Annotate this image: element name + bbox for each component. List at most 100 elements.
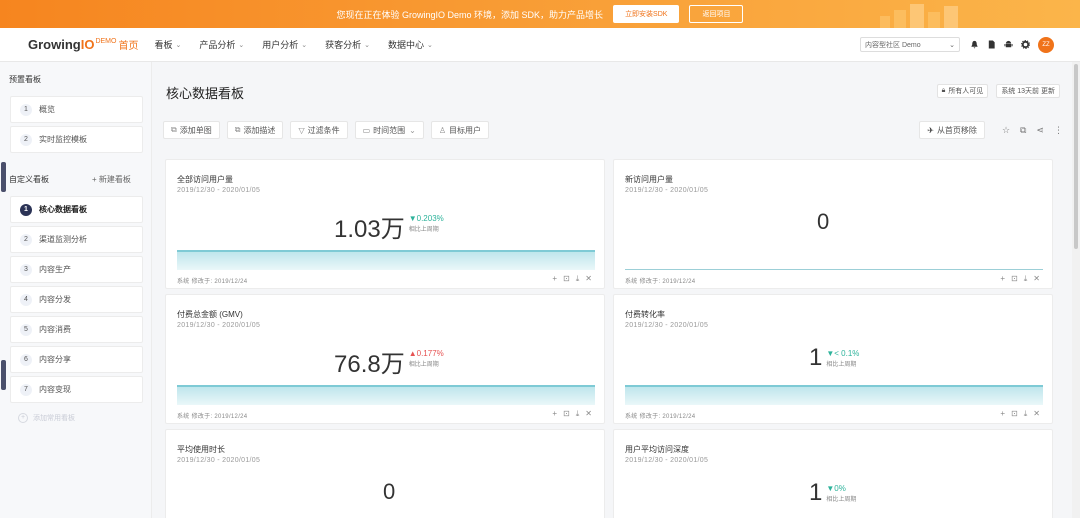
side-tab-handle[interactable] xyxy=(1,360,6,390)
metric-card[interactable]: 付费转化率 2019/12/30 - 2020/01/05 1 ▼< 0.1% … xyxy=(613,294,1053,424)
more-icon[interactable]: ⋮ xyxy=(1054,125,1063,136)
filter-icon: ▽ xyxy=(298,125,305,135)
card-actions: + ⊡ ⤓ ✕ xyxy=(994,409,1040,419)
sidebar-item-content-consumption[interactable]: 5 内容消费 xyxy=(10,316,143,343)
metric-change: ▲0.177% 相比上周期 xyxy=(409,349,444,368)
target-users-button[interactable]: ♙ 目标用户 xyxy=(430,121,490,139)
plus-icon[interactable]: + xyxy=(552,409,557,419)
metric-card[interactable]: 新访问用户量 2019/12/30 - 2020/01/05 0 系统 修改于:… xyxy=(613,159,1053,289)
metric-card[interactable]: 全部访问用户量 2019/12/30 - 2020/01/05 1.03万 ▼0… xyxy=(165,159,605,289)
lock-icon[interactable]: ⊡ xyxy=(1011,274,1018,284)
close-icon[interactable]: ✕ xyxy=(585,409,592,419)
banner-message: 您现在正在体验 GrowingIO Demo 环境，添加 SDK，助力产品增长 xyxy=(336,9,604,20)
change-label: 相比上周期 xyxy=(408,362,439,368)
card-title: 用户平均访问深度 xyxy=(625,445,689,454)
menu-user-analysis[interactable]: 用户分析 ⌄ xyxy=(262,38,307,51)
close-icon[interactable]: ✕ xyxy=(585,274,592,284)
home-link[interactable]: 首页 xyxy=(118,37,138,52)
toolbar-right: ✈︎ 从首页移除 ☆ ⧉ ⋖ ⋮ xyxy=(919,121,1063,139)
plus-icon[interactable]: + xyxy=(1000,409,1005,419)
sidebar: 预置看板 1 概览 2 实时监控模板 自定义看板 + 新建看板 1 核心数据看板… xyxy=(0,62,152,518)
sidebar-item-label: 内容生产 xyxy=(39,265,71,274)
star-icon[interactable]: ☆ xyxy=(1002,125,1010,136)
menu-product-analysis[interactable]: 产品分析 ⌄ xyxy=(199,38,244,51)
sidebar-item-realtime-monitor[interactable]: 2 实时监控模板 xyxy=(10,126,143,153)
document-icon[interactable] xyxy=(987,40,996,49)
install-sdk-button[interactable]: 立即安装SDK xyxy=(613,5,680,23)
close-icon[interactable]: ✕ xyxy=(1033,274,1040,284)
chevron-down-icon: ⌄ xyxy=(364,41,371,49)
metric-card[interactable]: 用户平均访问深度 2019/12/30 - 2020/01/05 1 ▼0% 相… xyxy=(613,429,1053,518)
avatar[interactable]: ZZ xyxy=(1038,36,1054,53)
unpin-from-home-button[interactable]: ✈︎ 从首页移除 xyxy=(919,121,985,139)
metric-value: 76.8万 xyxy=(334,351,405,378)
download-icon[interactable]: ⤓ xyxy=(1024,409,1028,419)
add-chart-icon: ⧉ xyxy=(171,125,177,134)
metric-change: ▼0.203% 相比上周期 xyxy=(409,214,444,233)
sidebar-item-overview[interactable]: 1 概览 xyxy=(10,96,143,123)
card-footer: 系统 修改于: 2019/12/24 xyxy=(177,414,248,420)
sidebar-item-content-distribution[interactable]: 4 内容分发 xyxy=(10,286,143,313)
copy-icon[interactable]: ⧉ xyxy=(1020,125,1026,136)
card-actions: + ⊡ ⤓ ✕ xyxy=(994,274,1040,284)
metric-change: ▼< 0.1% 相比上周期 xyxy=(826,349,859,368)
plus-icon: + xyxy=(18,413,28,423)
project-select[interactable]: 内容型社区 Demo ⌄ xyxy=(860,37,960,52)
card-footer: 系统 修改于: 2019/12/24 xyxy=(177,279,248,285)
change-percent: ▼0% xyxy=(826,484,846,493)
sidebar-item-core-data[interactable]: 1 核心数据看板 xyxy=(10,196,143,223)
menu-data-center[interactable]: 数据中心 ⌄ xyxy=(388,38,433,51)
add-chart-button[interactable]: ⧉ 添加单图 xyxy=(163,121,220,139)
metric-block: 0 xyxy=(817,209,829,235)
logo[interactable]: Growing IO DEMO 首页 xyxy=(28,37,138,52)
card-title: 付费总金额 (GMV) xyxy=(177,310,243,319)
card-date: 2019/12/30 - 2020/01/05 xyxy=(177,322,261,329)
collapse-handle[interactable] xyxy=(1,162,6,192)
visibility-badge[interactable]: 🔒︎ 所有人可见 xyxy=(936,84,989,98)
scrollbar-thumb[interactable] xyxy=(1074,64,1078,249)
lock-icon[interactable]: ⊡ xyxy=(1011,409,1018,419)
chevron-down-icon: ⌄ xyxy=(949,41,955,49)
filter-label: 过滤条件 xyxy=(307,125,340,135)
card-title: 付费转化率 xyxy=(625,310,665,319)
add-common-board-button[interactable]: + 添加常用看板 xyxy=(18,413,75,423)
back-to-project-button[interactable]: 返回项目 xyxy=(689,5,744,23)
metric-card[interactable]: 付费总金额 (GMV) 2019/12/30 - 2020/01/05 76.8… xyxy=(165,294,605,424)
change-label: 相比上周期 xyxy=(826,362,857,368)
page-scrollbar[interactable] xyxy=(1072,62,1080,518)
sidebar-item-content-share[interactable]: 6 内容分享 xyxy=(10,346,143,373)
card-actions: + ⊡ ⤓ ✕ xyxy=(546,274,592,284)
item-number: 1 xyxy=(20,103,32,116)
android-icon[interactable] xyxy=(1004,40,1013,49)
add-description-button[interactable]: ⧉ 添加描述 xyxy=(226,121,284,139)
sparkline xyxy=(625,269,1043,270)
bell-icon[interactable] xyxy=(970,40,979,49)
sidebar-item-channel[interactable]: 2 渠道监测分析 xyxy=(10,226,143,253)
metric-card[interactable]: 平均使用时长 2019/12/30 - 2020/01/05 0 xyxy=(165,429,605,518)
menu-acquisition-analysis[interactable]: 获客分析 ⌄ xyxy=(325,38,370,51)
filter-button[interactable]: ▽ 过滤条件 xyxy=(290,121,348,139)
item-number: 2 xyxy=(20,133,32,146)
custom-boards-title: 自定义看板 xyxy=(9,175,49,184)
plus-icon[interactable]: + xyxy=(1000,274,1005,284)
sidebar-item-label: 概览 xyxy=(39,105,55,114)
menu-dashboard[interactable]: 看板 ⌄ xyxy=(154,38,181,51)
download-icon[interactable]: ⤓ xyxy=(576,409,580,419)
close-icon[interactable]: ✕ xyxy=(1033,409,1040,419)
sidebar-item-content-monetization[interactable]: 7 内容变现 xyxy=(10,376,143,403)
card-footer: 系统 修改于: 2019/12/24 xyxy=(625,279,696,285)
sidebar-item-label: 内容变现 xyxy=(39,385,71,394)
plus-icon[interactable]: + xyxy=(552,274,557,284)
lock-icon[interactable]: ⊡ xyxy=(563,274,570,284)
metric-value: 0 xyxy=(383,479,396,504)
menu-label: 数据中心 xyxy=(388,40,425,50)
new-board-button[interactable]: + 新建看板 xyxy=(92,174,131,185)
lock-icon[interactable]: ⊡ xyxy=(563,409,570,419)
sidebar-item-content-production[interactable]: 3 内容生产 xyxy=(10,256,143,283)
download-icon[interactable]: ⤓ xyxy=(576,274,580,284)
add-description-icon: ⧉ xyxy=(234,125,241,134)
gear-icon[interactable] xyxy=(1020,39,1031,50)
download-icon[interactable]: ⤓ xyxy=(1024,274,1028,284)
share-icon[interactable]: ⋖ xyxy=(1036,125,1044,136)
time-range-button[interactable]: ▭ 时间范围 ⌄ xyxy=(354,121,424,139)
